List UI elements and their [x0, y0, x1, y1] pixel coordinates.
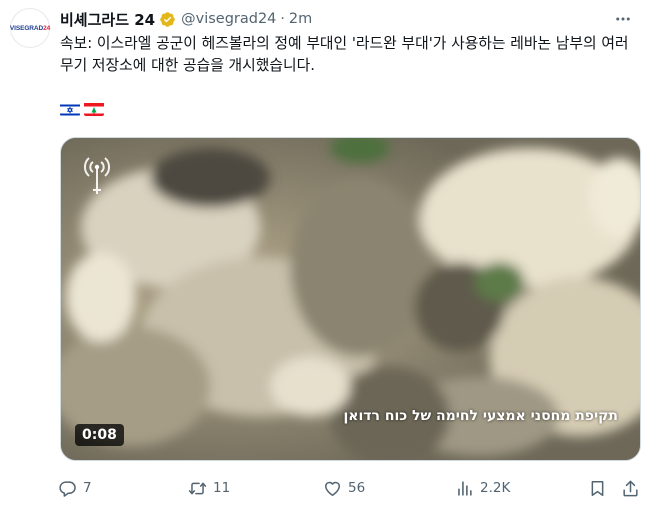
- bookmark-icon: [591, 480, 604, 496]
- reply-button[interactable]: 7: [58, 477, 92, 499]
- post-time[interactable]: 2m: [289, 11, 312, 27]
- like-count: 56: [348, 480, 366, 496]
- views-chart-icon: [458, 480, 472, 496]
- view-count: 2.2K: [480, 480, 511, 496]
- post-header: 비셰그라드 24 @visegrad24 · 2m: [60, 8, 644, 30]
- reply-count: 7: [83, 480, 92, 496]
- avatar-logo: VISEGRAD24: [9, 24, 51, 32]
- share-button[interactable]: [621, 477, 640, 499]
- avatar[interactable]: VISEGRAD24: [10, 8, 50, 48]
- heart-icon: [325, 481, 340, 496]
- flags-row: [60, 102, 104, 116]
- video-duration: 0:08: [75, 424, 124, 446]
- reply-icon: [59, 480, 76, 497]
- author-name[interactable]: 비셰그라드 24: [60, 9, 155, 30]
- verified-badge-icon: [160, 11, 175, 27]
- repost-icon: [188, 482, 207, 494]
- video-caption: תקיפת מחסני אמצעי לחימה של כוח רדואן: [343, 408, 618, 424]
- action-bar: 7 11 56 2.2K: [58, 477, 640, 499]
- idf-antenna-logo-icon: [83, 157, 111, 194]
- video-player[interactable]: תקיפת מחסני אמצעי לחימה של כוח רדואן 0:0…: [60, 137, 641, 461]
- repost-count: 11: [213, 480, 231, 496]
- views-button[interactable]: 2.2K: [455, 477, 510, 499]
- more-options-icon[interactable]: [608, 8, 638, 30]
- separator-dot: ·: [280, 11, 285, 27]
- like-button[interactable]: 56: [323, 477, 365, 499]
- bookmark-button[interactable]: [588, 477, 607, 499]
- israel-flag-icon: [60, 102, 80, 116]
- lebanon-flag-icon: [84, 102, 104, 116]
- share-icon: [623, 480, 638, 496]
- post-text: 속보: 이스라엘 공군이 헤즈볼라의 정예 부대인 '라드완 부대'가 사용하는…: [60, 35, 629, 74]
- repost-button[interactable]: 11: [188, 477, 230, 499]
- author-handle[interactable]: @visegrad24: [181, 11, 276, 27]
